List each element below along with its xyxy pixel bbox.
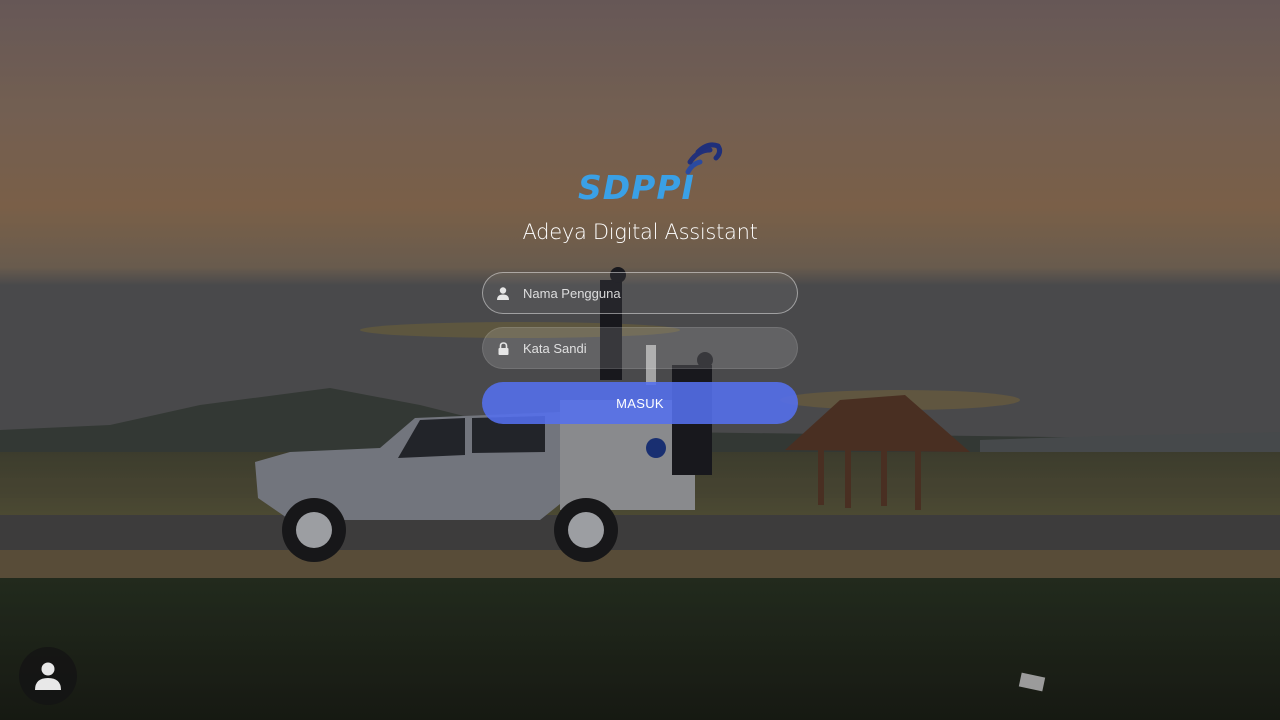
login-button[interactable]: MASUK — [482, 382, 798, 424]
lock-icon — [496, 341, 510, 355]
user-icon — [496, 286, 510, 300]
signal-waves-icon — [685, 142, 723, 175]
app-title: Adeya Digital Assistant — [522, 220, 758, 244]
person-icon — [35, 662, 61, 690]
password-field[interactable] — [482, 327, 798, 369]
username-field[interactable] — [482, 272, 798, 314]
username-input[interactable] — [523, 285, 773, 301]
sdppi-logo: SDPPI — [578, 142, 724, 208]
avatar-button[interactable] — [19, 647, 77, 705]
password-input[interactable] — [523, 340, 773, 356]
